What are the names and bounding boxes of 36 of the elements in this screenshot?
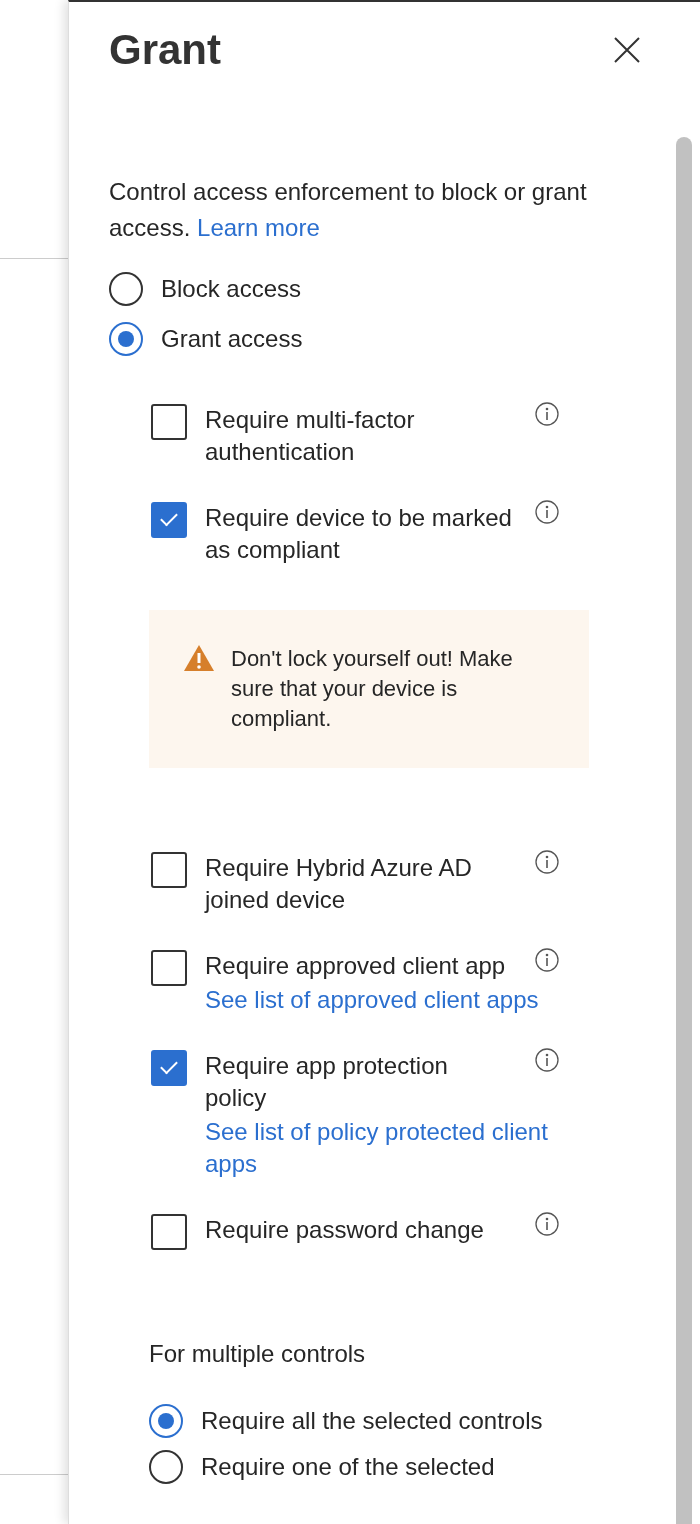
- checkbox[interactable]: [151, 950, 187, 986]
- scrollbar[interactable]: [676, 137, 692, 1524]
- client-apps-link[interactable]: See list of approved client apps: [205, 984, 585, 1016]
- radio-button[interactable]: [109, 272, 143, 306]
- info-icon[interactable]: [535, 402, 559, 426]
- radio-button[interactable]: [149, 1404, 183, 1438]
- warning-text: Don't lock yourself out! Make sure that your device is compliant.: [231, 645, 514, 733]
- learn-more-link[interactable]: Learn more: [197, 214, 320, 241]
- close-icon[interactable]: [614, 37, 640, 63]
- section-heading: For multiple controls: [149, 1340, 367, 1368]
- radio-button[interactable]: [109, 322, 143, 356]
- radio-button[interactable]: [149, 1450, 183, 1484]
- info-icon[interactable]: [535, 1212, 559, 1236]
- info-icon[interactable]: [535, 1048, 559, 1072]
- checkbox-label: Require password change: [205, 1215, 485, 1245]
- intro-text: Control access enforcement to block or grant access. Learn more: [109, 177, 588, 243]
- radio-label: Grant access: [161, 325, 303, 353]
- info-icon[interactable]: [535, 500, 559, 524]
- info-icon[interactable]: [535, 850, 559, 874]
- checkbox[interactable]: [151, 1214, 187, 1250]
- panel-title: Grant: [109, 26, 221, 74]
- checkbox-label: Require app protection policy: [205, 1051, 449, 1113]
- radio-label: Require all the selected controls: [201, 1407, 543, 1435]
- checkbox-label: Require approved client app: [205, 951, 507, 981]
- checkbox[interactable]: [151, 852, 187, 888]
- checkbox[interactable]: [151, 404, 187, 440]
- warning-icon: [183, 644, 215, 672]
- checkbox-label: Require device to be marked as compliant: [205, 503, 513, 565]
- checkbox[interactable]: [151, 502, 187, 538]
- radio-label: Require one of the selected: [201, 1453, 495, 1481]
- radio-label: Block access: [161, 275, 302, 303]
- checkbox[interactable]: [151, 1050, 187, 1086]
- checkbox-label: Require Hybrid Azure AD joined device: [205, 853, 473, 915]
- checkbox-label: Require multi-factor authentication: [205, 405, 416, 467]
- client-apps-link[interactable]: See list of policy protected client apps: [205, 1116, 585, 1180]
- info-icon[interactable]: [535, 948, 559, 972]
